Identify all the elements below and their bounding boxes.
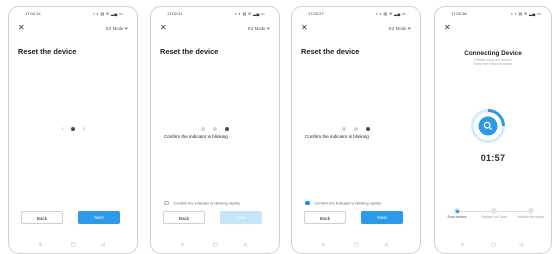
menu-icon[interactable]: ≡ (461, 242, 464, 248)
page-title: Reset the device (301, 47, 360, 56)
step-register-cloud: Register on Cloud (477, 207, 511, 220)
subtitle-line-2: Keep the network stable (473, 62, 513, 66)
connecting-progress-ring (471, 109, 505, 143)
status-icons: ▪ ◐ ▤ ≋ ▂▄ ▭ (376, 11, 406, 16)
back-button[interactable]: Back (163, 211, 205, 224)
instruction-text: Confirm the indicator is blinking (164, 134, 228, 139)
back-button[interactable]: Back (304, 211, 346, 224)
radio-checked-icon[interactable] (305, 200, 310, 206)
connection-steps: Scan devices Register on Cloud Initializ… (445, 207, 544, 237)
menu-icon[interactable]: ≡ (322, 242, 325, 248)
step-indicator: 1 3 (9, 120, 137, 132)
status-icons: ▪ ◐ ▤ ≋ ▂▄ ▭ (511, 11, 541, 16)
step-indicator (292, 120, 420, 131)
page-subtitle: Please keep the device Keep the network … (435, 58, 551, 66)
step-dot (528, 208, 534, 214)
next-button[interactable]: Next (361, 211, 403, 224)
menu-icon[interactable]: ≡ (39, 242, 42, 248)
radio-unchecked-icon[interactable] (164, 200, 169, 206)
search-icon (483, 121, 492, 130)
confirm-radio-label: Confirm the indicator is blinking rapidl… (173, 200, 241, 206)
page-title: Reset the device (18, 47, 77, 56)
step-initialize-device: Initialize the device (514, 207, 548, 220)
step-dot-active (366, 126, 371, 131)
ez-mode-label: EZ Mode (105, 26, 124, 31)
system-nav-bar: ≡ ▢ ◁ (9, 242, 137, 248)
back-nav-icon[interactable]: ◁ (519, 242, 523, 248)
step-dot (491, 208, 497, 214)
status-time: 17:02:36 (451, 11, 467, 16)
system-nav-bar: ≡ ▢ ◁ (151, 242, 279, 248)
step-label: Initialize the device (517, 215, 545, 219)
ez-mode-dropdown[interactable]: EZ Mode ⏷ (389, 26, 411, 31)
instruction-text: Confirm the indicator is blinking (305, 134, 369, 139)
page-title: Reset the device (160, 47, 219, 56)
status-icons: ▪ ◐ ▤ ≋ ▂▄ ▭ (235, 11, 265, 16)
step-dot-active (225, 126, 230, 131)
home-icon[interactable]: ▢ (213, 242, 218, 248)
system-nav-bar: ≡ ▢ ◁ (292, 242, 420, 248)
chevron-down-icon: ⏷ (124, 26, 128, 31)
close-icon[interactable]: ✕ (160, 24, 167, 32)
step-dot-active (454, 208, 460, 214)
home-icon[interactable]: ▢ (491, 242, 496, 248)
back-nav-icon[interactable]: ◁ (101, 242, 105, 248)
ez-mode-label: EZ Mode (388, 26, 407, 31)
status-bar: 17:02:14 ▪ ◐ ▤ ≋ ▂▄ ▭ (9, 11, 137, 19)
phone-screen-reset-step2: 17:02:21 ▪ ◐ ▤ ≋ ▂▄ ▭ ✕ EZ Mode ⏷ Reset … (150, 6, 280, 254)
status-bar: 17:02:36 ▪ ◐ ▤ ≋ ▂▄ ▭ (435, 11, 551, 19)
confirm-radio-label: Confirm the indicator is blinking rapidl… (314, 200, 382, 206)
step-number-left: 1 (61, 126, 64, 132)
countdown-timer: 01:57 (480, 153, 506, 163)
back-nav-icon[interactable]: ◁ (384, 242, 388, 248)
status-time: 17:02:27 (308, 11, 324, 16)
home-icon[interactable]: ▢ (71, 242, 76, 248)
phone-screen-reset-step3: 17:02:27 ▪ ◐ ▤ ≋ ▂▄ ▭ ✕ EZ Mode ⏷ Reset … (291, 6, 421, 254)
status-time: 17:02:14 (25, 11, 41, 16)
ez-mode-dropdown[interactable]: EZ Mode ⏷ (106, 26, 128, 31)
confirm-radio-row[interactable]: Confirm the indicator is blinking rapidl… (305, 200, 381, 205)
step-label: Register on Cloud (481, 215, 507, 219)
close-icon[interactable]: ✕ (444, 24, 451, 32)
confirm-radio-row[interactable]: Confirm the indicator is blinking rapidl… (164, 200, 240, 205)
status-bar: 17:02:21 ▪ ◐ ▤ ≋ ▂▄ ▭ (151, 11, 279, 19)
system-nav-bar: ≡ ▢ ◁ (435, 242, 551, 248)
phone-screen-connecting: 17:02:36 ▪ ◐ ▤ ≋ ▂▄ ▭ ✕ Connecting Devic… (434, 6, 552, 254)
close-icon[interactable]: ✕ (301, 24, 308, 32)
chevron-down-icon: ⏷ (266, 26, 270, 31)
back-nav-icon[interactable]: ◁ (243, 242, 247, 248)
step-dot (200, 126, 205, 131)
next-button[interactable]: Next (78, 211, 120, 224)
phone-screen-reset-step1: 17:02:14 ▪ ◐ ▤ ≋ ▂▄ ▭ ✕ EZ Mode ⏷ Reset … (8, 6, 138, 254)
page-title: Connecting Device (464, 50, 522, 57)
close-icon[interactable]: ✕ (18, 24, 25, 32)
next-button-disabled[interactable]: Next (220, 211, 262, 224)
step-dot-active (71, 126, 75, 131)
menu-icon[interactable]: ≡ (181, 242, 184, 248)
home-icon[interactable]: ▢ (354, 242, 359, 248)
step-dot (341, 126, 346, 131)
step-dot (354, 126, 358, 131)
step-number-right: 3 (82, 126, 85, 132)
back-button[interactable]: Back (21, 211, 63, 224)
step-label: Scan devices (447, 215, 467, 219)
status-bar: 17:02:27 ▪ ◐ ▤ ≋ ▂▄ ▭ (292, 11, 420, 19)
step-scan-devices: Scan devices (440, 207, 474, 220)
status-icons: ▪ ◐ ▤ ≋ ▂▄ ▭ (93, 11, 123, 16)
step-indicator (151, 120, 279, 131)
step-dot (213, 126, 217, 131)
chevron-down-icon: ⏷ (407, 26, 411, 31)
ez-mode-dropdown[interactable]: EZ Mode ⏷ (248, 26, 270, 31)
ez-mode-label: EZ Mode (247, 26, 266, 31)
status-time: 17:02:21 (167, 11, 183, 16)
